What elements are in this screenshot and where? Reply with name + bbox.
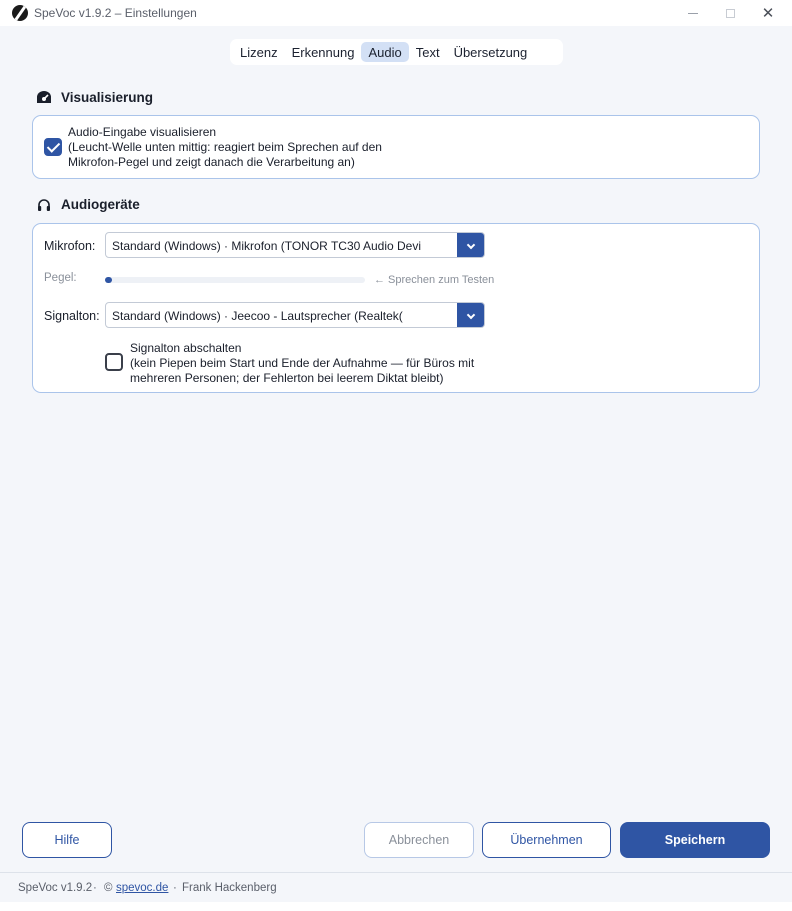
settings-window: SpeVoc v1.9.2 – Einstellungen ✕ Lizenz E…	[0, 0, 792, 911]
status-separator: ·	[173, 882, 177, 894]
tab-uebersetzung[interactable]: Übersetzung	[447, 42, 535, 62]
window-bottom-edge	[0, 902, 792, 911]
pegel-meter-fill	[105, 277, 112, 283]
headphones-icon	[36, 198, 52, 212]
save-button[interactable]: Speichern	[620, 822, 770, 858]
apply-button[interactable]: Übernehmen	[482, 822, 611, 858]
mikrofon-select[interactable]: Standard (Windows) · Mikrofon (TONOR TC3…	[105, 232, 485, 258]
status-copyright: ©	[104, 882, 113, 894]
tab-lizenz[interactable]: Lizenz	[233, 42, 285, 62]
website-link[interactable]: spevoc.de	[116, 882, 168, 894]
tab-erkennung[interactable]: Erkennung	[285, 42, 362, 62]
pegel-hint: ← Sprechen zum Testen	[374, 274, 495, 286]
window-title: SpeVoc v1.9.2 – Einstellungen	[34, 6, 197, 20]
minimize-icon	[688, 12, 698, 14]
visualisierung-card: Audio-Eingabe visualisieren (Leucht-Well…	[32, 115, 760, 179]
chevron-down-icon	[466, 240, 475, 249]
cancel-button[interactable]: Abbrechen	[364, 822, 474, 858]
signalton-mute-checkbox[interactable]	[105, 353, 123, 371]
maximize-icon	[725, 8, 735, 18]
signalton-mute-desc-2: mehreren Personen; der Fehlerton bei lee…	[130, 371, 444, 385]
signalton-dropdown-button[interactable]	[457, 303, 484, 327]
visualize-audio-checkbox[interactable]	[44, 138, 62, 156]
app-logo-icon	[12, 5, 28, 21]
tab-text[interactable]: Text	[409, 42, 447, 62]
tab-audio[interactable]: Audio	[361, 42, 409, 62]
mikrofon-dropdown-button[interactable]	[457, 233, 484, 257]
visualize-audio-label: Audio-Eingabe visualisieren	[68, 125, 217, 139]
signalton-mute-desc-1: (kein Piepen beim Start und Ende der Auf…	[130, 356, 475, 370]
section-audiogeraete-heading: Audiogeräte	[36, 197, 140, 212]
close-button[interactable]: ✕	[745, 0, 791, 26]
signalton-select[interactable]: Standard (Windows) · Jeecoo - Lautsprech…	[105, 302, 485, 328]
pegel-label: Pegel:	[44, 272, 77, 284]
close-icon: ✕	[761, 5, 775, 22]
section-title: Visualisierung	[61, 90, 154, 105]
help-button[interactable]: Hilfe	[22, 822, 112, 858]
visualize-audio-desc-2: Mikrofon-Pegel und zeigt danach die Vera…	[68, 155, 355, 169]
signalton-mute-label: Signalton abschalten	[130, 341, 242, 355]
mikrofon-label: Mikrofon:	[44, 239, 96, 253]
visualize-audio-desc-1: (Leucht-Welle unten mittig: reagiert bei…	[68, 140, 382, 154]
signalton-select-value: Standard (Windows) · Jeecoo - Lautsprech…	[112, 309, 403, 323]
gauge-icon	[36, 90, 52, 105]
title-bar: SpeVoc v1.9.2 – Einstellungen ✕	[0, 0, 792, 26]
chevron-down-icon	[466, 310, 475, 319]
status-version: SpeVoc v1.9.2	[18, 882, 93, 894]
tab-bar: Lizenz Erkennung Audio Text Übersetzung	[230, 39, 563, 65]
status-bar: SpeVoc v1.9.2 · © spevoc.de · Frank Hack…	[0, 872, 792, 902]
signalton-label: Signalton:	[44, 309, 100, 323]
mikrofon-select-value: Standard (Windows) · Mikrofon (TONOR TC3…	[112, 239, 421, 253]
pegel-meter	[105, 277, 365, 283]
status-separator: ·	[93, 882, 97, 894]
section-title: Audiogeräte	[61, 197, 140, 212]
section-visualisierung-heading: Visualisierung	[36, 90, 153, 105]
status-author: Frank Hackenberg	[182, 882, 277, 894]
